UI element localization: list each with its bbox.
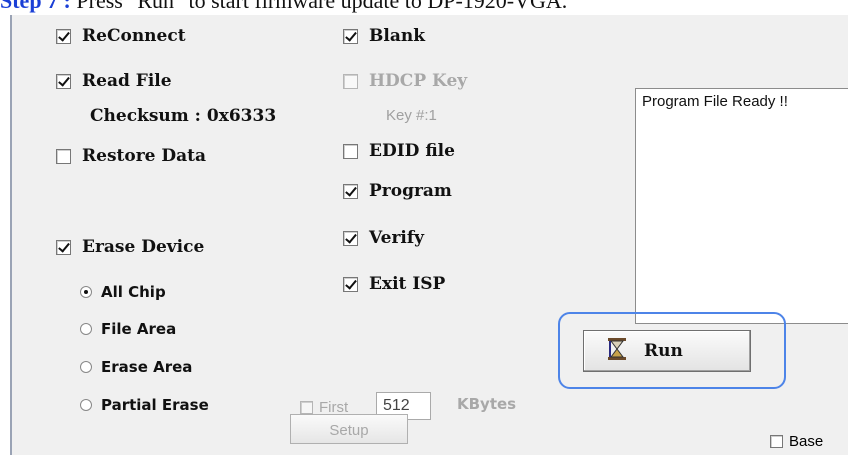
edid-file-checkbox[interactable]: EDID file: [343, 141, 455, 161]
checksum-readout: Checksum : 0x6333: [90, 106, 277, 126]
checkbox-empty-icon: [343, 143, 358, 159]
checkbox-disabled-icon: [343, 73, 358, 89]
check-mark-icon: [343, 28, 358, 44]
radio-all-chip[interactable]: All Chip: [80, 283, 166, 301]
blank-label: Blank: [369, 26, 425, 46]
erase-device-label: Erase Device: [82, 237, 205, 257]
radio-empty-icon: [80, 323, 92, 335]
status-message: Program File Ready !!: [642, 93, 788, 110]
radio-empty-icon: [80, 361, 92, 373]
radio-partial-erase[interactable]: Partial Erase: [80, 396, 209, 414]
instruction-text: Press "Run" to start firmware update to …: [70, 0, 568, 13]
all-chip-label: All Chip: [101, 283, 166, 301]
check-mark-icon: [56, 239, 71, 255]
program-label: Program: [369, 181, 452, 201]
checkbox-disabled-icon: [300, 401, 313, 414]
radio-empty-icon: [80, 399, 92, 411]
status-log-box: Program File Ready !!: [635, 88, 848, 324]
verify-label: Verify: [369, 228, 425, 248]
check-mark-icon: [343, 183, 358, 199]
erase-area-label: Erase Area: [101, 358, 193, 376]
hdcp-key-label: HDCP Key: [369, 71, 468, 91]
checkbox-empty-icon: [770, 435, 783, 448]
instruction-caption: Step 7 : Press "Run" to start firmware u…: [0, 0, 848, 15]
exit-isp-label: Exit ISP: [369, 274, 446, 294]
reconnect-checkbox[interactable]: ReConnect: [56, 26, 186, 46]
radio-selected-icon: [80, 286, 92, 298]
base-checkbox[interactable]: Base: [770, 433, 823, 450]
read-file-checkbox[interactable]: Read File: [56, 71, 172, 91]
blank-checkbox[interactable]: Blank: [343, 26, 425, 46]
edid-file-label: EDID file: [369, 141, 455, 161]
run-button[interactable]: Run: [583, 330, 751, 372]
check-mark-icon: [56, 73, 71, 89]
partial-erase-label: Partial Erase: [101, 396, 209, 414]
file-area-label: File Area: [101, 320, 177, 338]
restore-data-label: Restore Data: [82, 146, 207, 166]
program-checkbox[interactable]: Program: [343, 181, 452, 201]
check-mark-icon: [343, 230, 358, 246]
read-file-label: Read File: [82, 71, 172, 91]
run-button-label: Run: [644, 341, 683, 361]
hourglass-icon: [606, 337, 628, 366]
check-mark-icon: [56, 28, 71, 44]
hdcp-key-checkbox[interactable]: HDCP Key: [343, 71, 467, 91]
check-mark-icon: [343, 276, 358, 292]
base-label: Base: [789, 433, 824, 450]
radio-erase-area[interactable]: Erase Area: [80, 358, 192, 376]
restore-data-checkbox[interactable]: Restore Data: [56, 146, 206, 166]
isp-tool-panel: ReConnect Read File Checksum : 0x6333 Re…: [10, 15, 848, 455]
setup-button[interactable]: Setup: [290, 414, 408, 444]
step-number: Step 7 :: [0, 0, 71, 13]
verify-checkbox[interactable]: Verify: [343, 228, 424, 248]
checkbox-empty-icon: [56, 148, 71, 164]
exit-isp-checkbox[interactable]: Exit ISP: [343, 274, 445, 294]
radio-file-area[interactable]: File Area: [80, 320, 176, 338]
reconnect-label: ReConnect: [82, 26, 186, 46]
erase-device-checkbox[interactable]: Erase Device: [56, 237, 204, 257]
key-number-label: Key #:1: [386, 107, 437, 124]
kbytes-unit-label: KBytes: [457, 395, 517, 413]
